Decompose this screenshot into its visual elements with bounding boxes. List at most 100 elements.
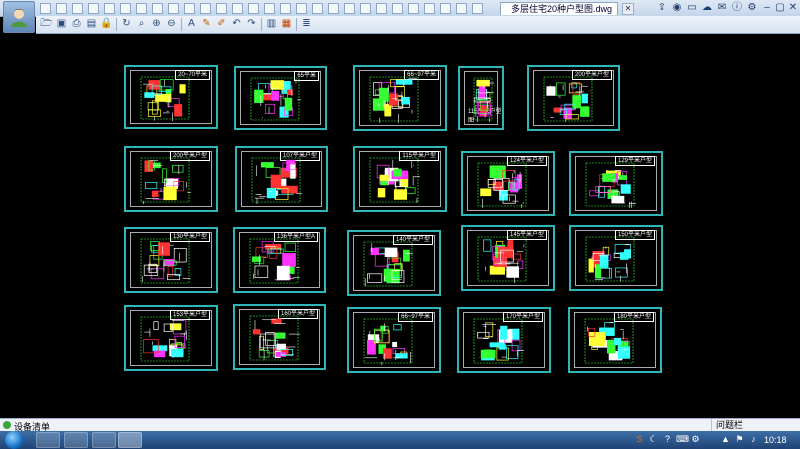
chat-icon[interactable]: ▭ (686, 2, 698, 14)
drawing-sheet[interactable]: 130平米户型 (124, 227, 218, 293)
refresh-icon[interactable]: ↻ (120, 17, 133, 30)
drawing-sheet[interactable]: 115平米户型 (353, 146, 447, 212)
status-indicator-icon (3, 421, 11, 429)
layout-tab[interactable] (232, 3, 243, 14)
drawing-sheet[interactable]: 66~97平米 (347, 307, 441, 373)
layout-tab[interactable] (72, 3, 83, 14)
open-icon[interactable]: 🗁 (40, 17, 53, 30)
mail-icon[interactable]: ✉ (716, 2, 728, 14)
user-icon[interactable]: ◉ (671, 2, 683, 14)
issues-panel-button[interactable]: 问题栏 (711, 419, 754, 431)
layout-tab[interactable] (456, 3, 467, 14)
layout-tab[interactable] (312, 3, 323, 14)
zoom-in-icon[interactable]: ⊕ (150, 17, 163, 30)
layout-tab[interactable] (472, 3, 483, 14)
palette-icon[interactable]: ▦ (280, 17, 293, 30)
drawing-sheet[interactable]: 145平米户型 (461, 225, 555, 291)
layout-tab[interactable] (184, 3, 195, 14)
print-preview-icon[interactable]: ▤ (85, 17, 98, 30)
drawing-sheet[interactable]: 160平米户型 (233, 304, 326, 370)
document-tab[interactable]: 多层住宅20种户型图.dwg (500, 2, 618, 15)
layout-icon[interactable]: ▥ (265, 17, 278, 30)
minimize-icon[interactable]: – (761, 2, 773, 14)
undo-icon[interactable]: ↶ (230, 17, 243, 30)
drawing-sheet[interactable]: 200平米户型 (527, 65, 620, 131)
maximize-icon[interactable]: ▢ (774, 2, 786, 14)
network-icon[interactable]: ▲ (720, 434, 731, 445)
redo-icon[interactable]: ↷ (245, 17, 258, 30)
gear-icon[interactable]: ⚙ (746, 2, 758, 14)
drawing-sheet[interactable]: 153平米户型 (124, 305, 218, 371)
drawing-sheet[interactable]: 20~70平米 (124, 65, 218, 129)
close-tab-icon[interactable]: ✕ (622, 3, 634, 15)
layout-tab[interactable] (328, 3, 339, 14)
layout-tab[interactable] (56, 3, 67, 14)
layout-tab[interactable] (248, 3, 259, 14)
layers-icon[interactable]: ≣ (300, 17, 313, 30)
drawing-sheet[interactable]: 129平米户型 (569, 151, 663, 216)
layout-tab[interactable] (168, 3, 179, 14)
floor-plan-drawing (363, 318, 413, 365)
zoom-window-icon[interactable]: ⌕ (135, 17, 148, 30)
layout-tab[interactable] (216, 3, 227, 14)
user-avatar[interactable] (3, 1, 35, 33)
layout-tab[interactable] (440, 3, 451, 14)
cloud-icon[interactable]: ☁ (701, 2, 713, 14)
floor-plan-drawing (363, 241, 413, 287)
drawing-sheet[interactable]: 136平米户型A (233, 227, 326, 293)
marker-icon[interactable]: ✐ (215, 17, 228, 30)
layout-tab[interactable] (152, 3, 163, 14)
layout-tab[interactable] (344, 3, 355, 14)
print-icon[interactable]: ⎙ (70, 17, 83, 30)
close-icon[interactable]: ✕ (787, 2, 799, 14)
layout-tab[interactable] (136, 3, 147, 14)
drawing-sheet[interactable]: 170平米户型 (457, 307, 551, 373)
moon-icon[interactable]: ☾ (648, 434, 659, 445)
drawing-canvas[interactable]: 20~70平米 65平米 66~97平米 115平米户型图 200平米户型 200平米户型… (0, 34, 800, 418)
layout-tab[interactable] (120, 3, 131, 14)
books-taskbar-icon[interactable] (92, 432, 116, 448)
floor-plan-drawing (584, 318, 634, 364)
layout-tab[interactable] (424, 3, 435, 14)
share-icon[interactable]: ⇪ (656, 2, 668, 14)
text-icon[interactable]: A (185, 17, 198, 30)
help-icon[interactable]: ? (662, 434, 673, 445)
layout-tab[interactable] (392, 3, 403, 14)
toolbar-separator (116, 18, 117, 31)
zoom-out-icon[interactable]: ⊖ (165, 17, 178, 30)
drawing-sheet[interactable]: 140平米户型 (347, 230, 441, 296)
layout-tab[interactable] (40, 3, 51, 14)
lock-icon[interactable]: 🔒 (100, 17, 113, 30)
layout-tab[interactable] (88, 3, 99, 14)
cad-viewer-taskbar-icon[interactable] (118, 432, 142, 448)
drawing-sheet[interactable]: 150平米户型 (569, 225, 663, 291)
drawing-sheet[interactable]: 107平米户型 (235, 146, 328, 212)
drawing-sheet[interactable]: 66~97平米 (353, 65, 447, 131)
explorer-taskbar-icon[interactable] (36, 432, 60, 448)
layout-tab[interactable] (104, 3, 115, 14)
drawing-sheet[interactable]: 65平米 (234, 66, 327, 130)
layout-tab[interactable] (360, 3, 371, 14)
layout-tab[interactable] (408, 3, 419, 14)
layout-tab[interactable] (200, 3, 211, 14)
floor-plan-drawing (369, 76, 419, 123)
start-button[interactable] (5, 431, 23, 449)
flag-icon[interactable]: ⚑ (734, 434, 745, 445)
app-taskbar-icon[interactable] (64, 432, 88, 448)
floor-plan-drawing (543, 76, 593, 122)
layout-tab[interactable] (296, 3, 307, 14)
settings-tray-icon[interactable]: ⚙ (690, 434, 701, 445)
layout-tab[interactable] (264, 3, 275, 14)
layout-tab[interactable] (376, 3, 387, 14)
layout-tab[interactable] (280, 3, 291, 14)
drawing-sheet[interactable]: 124平米户型 (461, 151, 555, 216)
info-icon[interactable]: ⓘ (731, 2, 743, 14)
volume-icon[interactable]: ♪ (748, 434, 759, 445)
drawing-sheet[interactable]: 200平米户型 (124, 146, 218, 212)
pencil-icon[interactable]: ✎ (200, 17, 213, 30)
drawing-sheet[interactable]: 180平米户型 (568, 307, 662, 373)
drawing-sheet[interactable]: 115平米户型图 (458, 66, 504, 130)
keyboard-icon[interactable]: ⌨ (676, 434, 689, 445)
ime-icon[interactable]: S (634, 434, 645, 445)
save-icon[interactable]: ▣ (55, 17, 68, 30)
